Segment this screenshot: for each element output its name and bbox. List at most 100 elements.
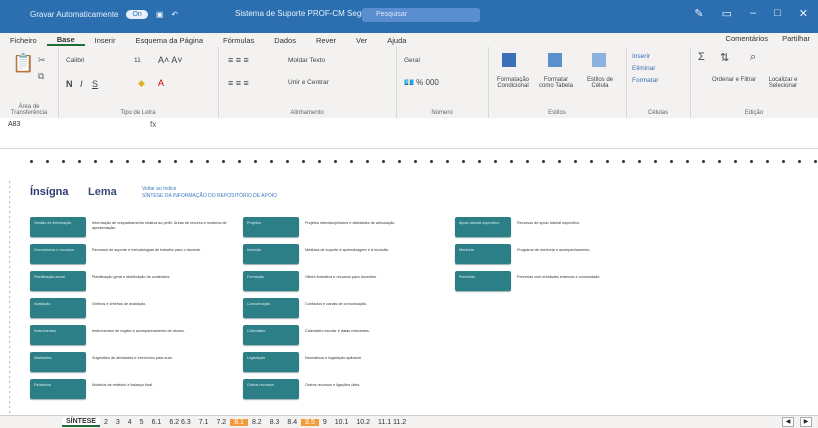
save-icon[interactable]: ▣: [156, 10, 164, 19]
autosave-toggle[interactable]: On: [126, 10, 148, 19]
section-card[interactable]: Planificação anual: [30, 271, 86, 291]
format-button[interactable]: Formatar: [632, 77, 658, 84]
align-left-icon[interactable]: ≡ ≡ ≡: [228, 78, 249, 88]
wrap-text-button[interactable]: Moldar Texto: [288, 57, 325, 64]
menu-base[interactable]: Base: [46, 35, 85, 46]
column-marker[interactable]: [542, 160, 545, 163]
section-card[interactable]: Mentoria: [455, 244, 511, 264]
column-marker[interactable]: [350, 160, 353, 163]
column-marker[interactable]: [414, 160, 417, 163]
column-marker[interactable]: [174, 160, 177, 163]
column-marker[interactable]: [670, 160, 673, 163]
column-marker[interactable]: [366, 160, 369, 163]
tab-6-2[interactable]: 6.2 6.3: [165, 419, 194, 426]
section-card[interactable]: Documentos e recursos: [30, 244, 86, 264]
menu-rever[interactable]: Rever: [306, 36, 346, 45]
section-card[interactable]: Comunicação: [243, 298, 299, 318]
cond-format-button[interactable]: Formatação Condicional: [490, 77, 536, 89]
column-marker[interactable]: [222, 160, 225, 163]
section-card[interactable]: Projetos: [243, 217, 299, 237]
column-marker[interactable]: [462, 160, 465, 163]
autosum-icon[interactable]: Σ: [698, 51, 705, 63]
menu-formulas[interactable]: Fórmulas: [213, 36, 264, 45]
column-marker[interactable]: [238, 160, 241, 163]
section-card[interactable]: Avaliação: [30, 298, 86, 318]
menu-dados[interactable]: Dados: [264, 36, 306, 45]
find-select-button[interactable]: Localizar e Selecionar: [758, 77, 808, 89]
section-card[interactable]: Legislação: [243, 352, 299, 372]
comments-button[interactable]: Comentários: [726, 34, 769, 43]
font-color-icon[interactable]: A: [158, 78, 164, 88]
cond-format-icon[interactable]: [502, 53, 516, 67]
column-marker[interactable]: [78, 160, 81, 163]
tab-2[interactable]: 2: [100, 419, 112, 426]
column-marker[interactable]: [334, 160, 337, 163]
font-size[interactable]: 11: [134, 57, 141, 64]
minimize-icon[interactable]: –: [750, 7, 756, 20]
bold-icon[interactable]: N: [66, 79, 73, 89]
close-icon[interactable]: ✕: [799, 7, 808, 20]
table-icon[interactable]: [548, 53, 562, 67]
tab-8-1[interactable]: 8.1: [230, 418, 248, 426]
column-marker[interactable]: [398, 160, 401, 163]
font-name[interactable]: Calibri: [66, 57, 84, 64]
cell-styles-icon[interactable]: [592, 53, 606, 67]
sort-filter-icon[interactable]: ⇅: [720, 51, 729, 64]
find-icon[interactable]: ⌕: [750, 51, 756, 64]
tab-8-3[interactable]: 8.3: [266, 419, 284, 426]
tab-5[interactable]: 5: [136, 419, 148, 426]
column-marker[interactable]: [382, 160, 385, 163]
tab-8-2[interactable]: 8.2: [248, 419, 266, 426]
scroll-right-icon[interactable]: ▶: [800, 417, 812, 427]
column-marker[interactable]: [798, 160, 801, 163]
back-to-index-link[interactable]: Voltar ao índice: [142, 186, 176, 192]
column-marker[interactable]: [702, 160, 705, 163]
copy-icon[interactable]: ⧉: [38, 71, 44, 82]
format-table-button[interactable]: Formatar como Tabela: [536, 77, 576, 89]
italic-icon[interactable]: I: [80, 79, 83, 89]
column-marker[interactable]: [446, 160, 449, 163]
fx-icon[interactable]: fx: [150, 120, 156, 129]
scroll-left-icon[interactable]: ◀: [782, 417, 794, 427]
column-marker[interactable]: [558, 160, 561, 163]
column-marker[interactable]: [686, 160, 689, 163]
menu-inserir[interactable]: Inserir: [85, 36, 126, 45]
column-marker[interactable]: [270, 160, 273, 163]
section-card[interactable]: Formação: [243, 271, 299, 291]
column-marker[interactable]: [718, 160, 721, 163]
column-marker[interactable]: [638, 160, 641, 163]
tab-7-2[interactable]: 7.2: [212, 419, 230, 426]
column-marker[interactable]: [622, 160, 625, 163]
column-marker[interactable]: [62, 160, 65, 163]
section-card[interactable]: Parcerias: [455, 271, 511, 291]
column-marker[interactable]: [734, 160, 737, 163]
menu-ficheiro[interactable]: Ficheiro: [0, 36, 47, 45]
column-marker[interactable]: [766, 160, 769, 163]
column-marker[interactable]: [190, 160, 193, 163]
column-marker[interactable]: [254, 160, 257, 163]
ribbon-display-icon[interactable]: ▭: [722, 7, 732, 20]
percent-icon[interactable]: 💶 % 000: [404, 78, 439, 87]
underline-icon[interactable]: S: [92, 79, 98, 89]
menu-esquema[interactable]: Esquema da Página: [125, 36, 213, 45]
delete-button[interactable]: Eliminar: [632, 65, 655, 72]
section-card[interactable]: Relatórios: [30, 379, 86, 399]
tab-11[interactable]: 11.1 11.2: [374, 419, 410, 426]
column-marker[interactable]: [478, 160, 481, 163]
section-card[interactable]: Inclusão: [243, 244, 299, 264]
column-marker[interactable]: [94, 160, 97, 163]
column-marker[interactable]: [750, 160, 753, 163]
column-marker[interactable]: [302, 160, 305, 163]
fill-color-icon[interactable]: ◆: [138, 78, 145, 89]
column-marker[interactable]: [126, 160, 129, 163]
maximize-icon[interactable]: □: [774, 7, 781, 20]
column-marker[interactable]: [30, 160, 33, 163]
tab-9[interactable]: 9: [319, 419, 331, 426]
column-marker[interactable]: [142, 160, 145, 163]
column-marker[interactable]: [206, 160, 209, 163]
section-card[interactable]: Instrumentos: [30, 325, 86, 345]
cell-styles-button[interactable]: Estilos de Célula: [580, 77, 620, 89]
column-marker[interactable]: [814, 160, 817, 163]
section-card[interactable]: Apoio tutorial específico: [455, 217, 511, 237]
column-marker[interactable]: [590, 160, 593, 163]
